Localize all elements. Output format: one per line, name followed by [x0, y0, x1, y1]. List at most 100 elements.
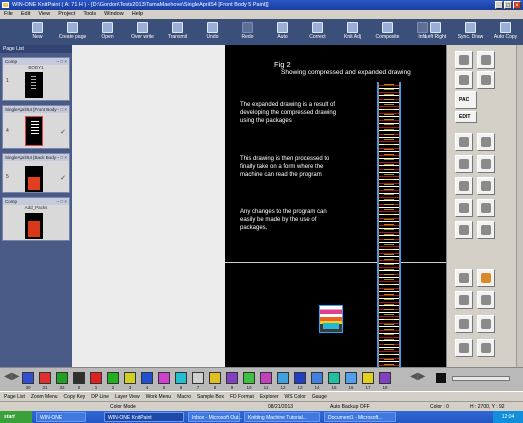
color-swatch[interactable] [260, 372, 272, 384]
color-swatch[interactable] [379, 372, 391, 384]
line-tool-button[interactable] [477, 133, 495, 151]
menu-help[interactable]: Help [132, 10, 143, 19]
close-icon[interactable]: – □ × [57, 106, 67, 113]
close-icon[interactable]: – □ × [57, 198, 67, 205]
toolbar-create-page-button[interactable]: Create page [55, 19, 90, 45]
grid-tool-button[interactable] [455, 221, 473, 239]
status-zoom-menu[interactable]: Zoom Menu [31, 392, 58, 401]
copy-tool-button[interactable] [477, 155, 495, 173]
scroll-right-button[interactable] [477, 315, 495, 333]
toolbar-redo-button[interactable]: Redo [230, 19, 265, 45]
color-swatch[interactable] [175, 372, 187, 384]
toolbar-sync-draw-button[interactable]: Sync. Draw [453, 19, 488, 45]
color-swatch[interactable] [311, 372, 323, 384]
toolbar-auto-button[interactable]: Auto [265, 19, 300, 45]
edit-button[interactable]: EDIT [455, 111, 477, 123]
menu-project[interactable]: Project [58, 10, 75, 19]
taskbar-item-active[interactable]: WIN-ONE KnitPaint [104, 412, 184, 422]
toolbar-composite-button[interactable]: Composite [370, 19, 405, 45]
taskbar-item[interactable]: WIN-ONE [36, 412, 86, 422]
page-thumbnail[interactable]: Comp – □ × BODY1 1 [2, 57, 70, 101]
color-swatch[interactable] [209, 372, 221, 384]
drawing-canvas[interactable]: Fig 2 Showing compressed and expanded dr… [225, 45, 446, 367]
color-swatch[interactable] [294, 372, 306, 384]
page-thumbnail[interactable]: SingleAprilS4 [Back Body – □ × 5 ✓ [2, 153, 70, 193]
color-swatch[interactable] [141, 372, 153, 384]
status-page-list[interactable]: Page List [4, 392, 25, 401]
color-swatch[interactable] [277, 372, 289, 384]
hand-tool-button[interactable] [455, 269, 473, 287]
status-ws-color[interactable]: WS Color [284, 392, 305, 401]
fill-tool-button[interactable] [455, 51, 473, 69]
stretch-tool-button[interactable] [477, 177, 495, 195]
toolbar-overwrite-button[interactable]: Over write [125, 19, 160, 45]
toolbar-undo-button[interactable]: Undo [195, 19, 230, 45]
color-swatch[interactable] [73, 372, 85, 384]
brush-tool-button[interactable] [455, 71, 473, 89]
menu-edit[interactable]: Edit [21, 10, 30, 19]
transfer-tool-button[interactable] [455, 199, 473, 217]
color-swatch[interactable] [158, 372, 170, 384]
color-swatch[interactable] [192, 372, 204, 384]
move-tool-button[interactable] [455, 155, 473, 173]
close-icon[interactable]: – □ × [57, 58, 67, 65]
toolbar-open-button[interactable]: Open [90, 19, 125, 45]
color-swatch[interactable] [243, 372, 255, 384]
menu-view[interactable]: View [38, 10, 50, 19]
page-thumbnail[interactable]: Comp – □ × Add_Packs [2, 197, 70, 241]
page-thumbnail-selected[interactable]: SingleAprilS4 [Front Body – □ × 4 ✓ [2, 105, 70, 149]
status-sample-box[interactable]: Sample Box [197, 392, 224, 401]
taskbar-item[interactable]: Document1 - Microsoft... [324, 412, 396, 422]
arrow-tool-button[interactable] [455, 177, 473, 195]
select-tool-button[interactable] [455, 133, 473, 151]
scroll-left-button[interactable] [455, 315, 473, 333]
color-swatch[interactable] [362, 372, 374, 384]
close-icon[interactable]: – □ × [57, 154, 67, 161]
color-swatch[interactable] [22, 372, 34, 384]
color-swatch[interactable] [226, 372, 238, 384]
color-slider[interactable] [452, 376, 510, 381]
status-fd-format[interactable]: FD Format [230, 392, 254, 401]
status-copy-key[interactable]: Copy Key [64, 392, 86, 401]
toolbar-left-right-button[interactable]: Left Right [418, 19, 453, 45]
start-button[interactable]: start [0, 411, 32, 423]
status-explorer[interactable]: Explorer [260, 392, 279, 401]
menu-window[interactable]: Window [104, 10, 124, 19]
vertical-scrollbar[interactable] [516, 45, 523, 367]
toolbar-new-button[interactable]: New [20, 19, 55, 45]
color-swatch[interactable] [328, 372, 340, 384]
minimize-button[interactable]: _ [495, 1, 503, 9]
toolbar-auto-copy-button[interactable]: Auto Copy [488, 19, 523, 45]
status-work-menu[interactable]: Work Menu [146, 392, 171, 401]
palette-prev-icon[interactable]: ◀▶ [4, 371, 19, 382]
color-swatch[interactable] [39, 372, 51, 384]
paint-tool-button[interactable] [477, 51, 495, 69]
status-macro[interactable]: Macro [177, 392, 191, 401]
taskbar-item[interactable]: Knitting Machine Tutorial... [244, 412, 320, 422]
grid-view-button[interactable] [477, 269, 495, 287]
color-swatch[interactable] [90, 372, 102, 384]
work-area[interactable] [72, 45, 225, 367]
toolbar-correct-button[interactable]: Correct [300, 19, 335, 45]
toolbar-transmit-button[interactable]: Transmit [160, 19, 195, 45]
pencil-tool-button[interactable] [477, 71, 495, 89]
color-swatch[interactable] [124, 372, 136, 384]
menu-tools[interactable]: Tools [83, 10, 96, 19]
status-layer-view[interactable]: Layer View [115, 392, 140, 401]
color-swatch[interactable] [56, 372, 68, 384]
status-gauge[interactable]: Gauge [312, 392, 327, 401]
zoom-out-button[interactable] [477, 291, 495, 309]
zoom-in-button[interactable] [455, 291, 473, 309]
color-swatch[interactable] [345, 372, 357, 384]
palette-next-icon[interactable]: ◀▶ [410, 371, 425, 382]
menu-file[interactable]: File [4, 10, 13, 19]
status-dp-line[interactable]: DP Line [91, 392, 109, 401]
box-tool-button[interactable] [477, 221, 495, 239]
pac-button[interactable]: PAC [455, 91, 477, 109]
toolbar-knit-adj-button[interactable]: Knit Adj [335, 19, 370, 45]
scroll-down-button[interactable] [477, 339, 495, 357]
color-swatch[interactable] [107, 372, 119, 384]
scroll-up-button[interactable] [455, 339, 473, 357]
maximize-button[interactable]: □ [504, 1, 512, 9]
close-button[interactable]: × [513, 1, 521, 9]
